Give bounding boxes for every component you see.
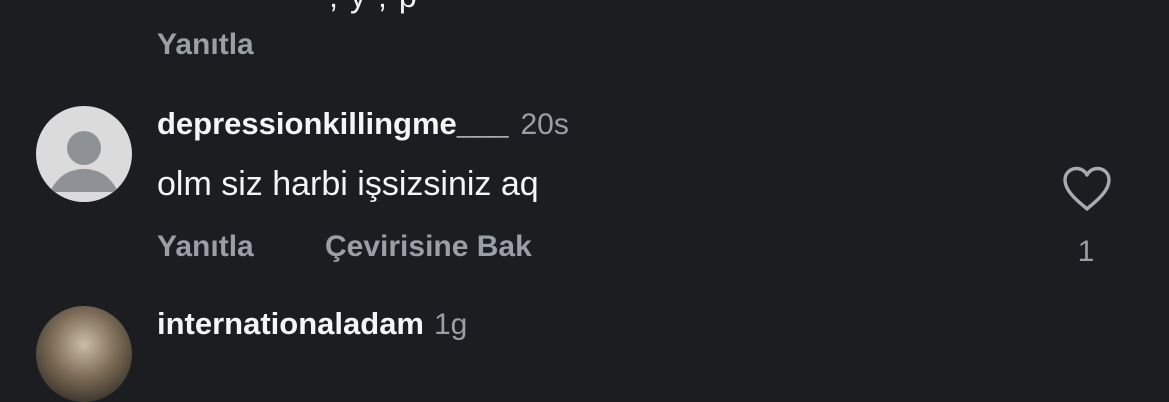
see-translation-button[interactable]: Çevirisine Bak	[325, 230, 532, 264]
like-count: 1	[1077, 235, 1095, 268]
next-comment-timestamp: 1g	[434, 308, 468, 341]
comment-username[interactable]: depressionkillingme___	[157, 106, 508, 142]
next-comment-avatar[interactable]	[36, 306, 132, 402]
heart-outline-icon	[1063, 166, 1111, 211]
comment-text: olm siz harbi işsizsiniz aq	[157, 165, 539, 203]
default-user-icon	[50, 131, 118, 192]
previous-comment-text-fragment: ‚ y ‚ p	[330, 0, 419, 15]
comment-timestamp: 20s	[520, 108, 569, 141]
reply-button[interactable]: Yanıtla	[157, 230, 254, 264]
next-comment-header: internationaladam 1g	[157, 306, 467, 342]
avatar[interactable]	[36, 106, 132, 202]
previous-comment-reply-button[interactable]: Yanıtla	[157, 28, 254, 62]
comment-header: depressionkillingme___ 20s	[157, 106, 569, 142]
like-button[interactable]	[1061, 165, 1113, 213]
